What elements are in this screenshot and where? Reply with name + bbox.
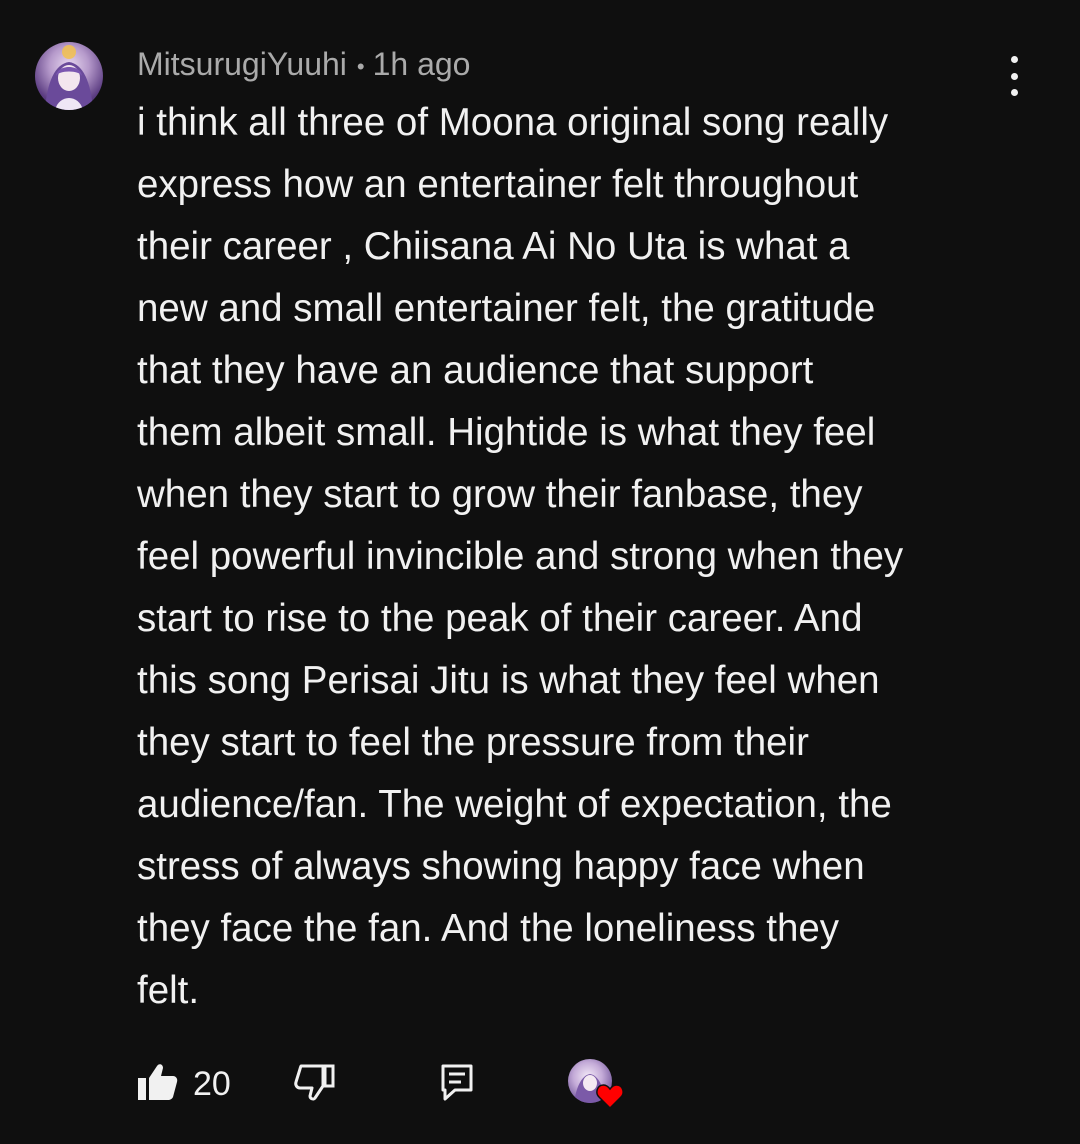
comment-line: i think all three of Moona original song… [137, 101, 889, 144]
comment-timestamp[interactable]: 1h ago [373, 46, 471, 82]
comment-line: them albeit small. Hightide is what they… [137, 411, 876, 454]
like-button[interactable]: 20 [137, 1058, 231, 1110]
like-count: 20 [193, 1064, 231, 1103]
more-vertical-icon-dot [1010, 72, 1018, 80]
heart-icon [596, 1083, 624, 1114]
creator-heart-badge[interactable] [568, 1059, 626, 1113]
comment-line: their career , Chiisana Ai No Uta is wha… [137, 225, 850, 268]
comment-line: felt. [137, 969, 200, 1012]
comment-line: they face the fan. And the loneliness th… [137, 907, 840, 950]
header-separator: • [356, 53, 365, 79]
more-vertical-icon [1010, 56, 1018, 63]
comment-line: when they start to grow their fanbase, t… [137, 473, 863, 516]
comment-actions-bar: 20 [137, 1058, 1037, 1110]
comment-line: new and small entertainer felt, the grat… [137, 287, 876, 330]
author-avatar[interactable] [35, 42, 103, 110]
comment-line: stress of always showing happy face when [137, 845, 865, 888]
comment-line: that they have an audience that support [137, 349, 814, 392]
comment-line: express how an entertainer felt througho… [137, 163, 859, 206]
comment-line: audience/fan. The weight of expectation,… [137, 783, 892, 826]
dislike-button[interactable] [293, 1058, 337, 1110]
more-options-button[interactable] [996, 56, 1032, 96]
author-name[interactable]: MitsurugiYuuhi [137, 46, 347, 82]
thumbs-down-icon [293, 1062, 337, 1107]
comment-body: i think all three of Moona original song… [137, 92, 1017, 1022]
comment-line: this song Perisai Jitu is what they feel… [137, 659, 880, 702]
reply-icon [439, 1062, 475, 1107]
comment-line: start to rise to the peak of their caree… [137, 597, 863, 640]
reply-button[interactable] [439, 1058, 475, 1110]
comment-line: feel powerful invincible and strong when… [137, 535, 904, 578]
comment-line: they start to feel the pressure from the… [137, 721, 809, 764]
thumbs-up-icon [137, 1062, 179, 1107]
comment-header: MitsurugiYuuhi • 1h ago [137, 44, 470, 87]
